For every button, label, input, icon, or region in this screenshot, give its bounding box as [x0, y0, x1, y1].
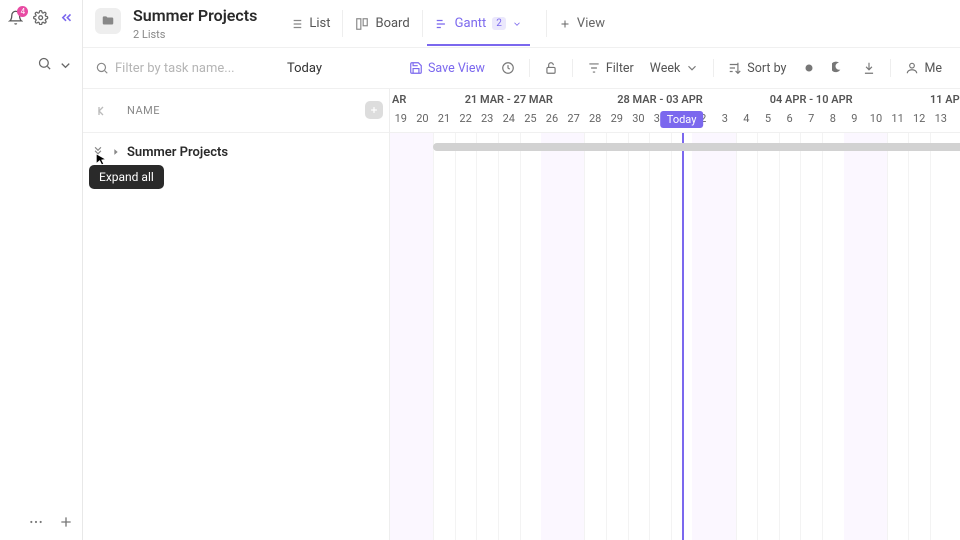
- timeline-day-label: 23: [476, 112, 498, 125]
- view-list[interactable]: List: [277, 10, 342, 37]
- timeline-day-label: 28: [584, 112, 606, 125]
- zoom-label: Week: [650, 61, 681, 76]
- tooltip: Expand all: [89, 165, 164, 189]
- save-view-button[interactable]: Save View: [403, 57, 491, 80]
- timeline-day-label: 3: [714, 112, 736, 125]
- timeline-day-label: 6: [779, 112, 801, 125]
- add-icon[interactable]: [58, 514, 74, 530]
- timeline-day-label: 20: [412, 112, 434, 125]
- timeline-day-label: 22: [455, 112, 477, 125]
- more-icon[interactable]: [28, 514, 44, 530]
- rail-search-icon[interactable]: [37, 56, 52, 71]
- timeline-day-label: 4: [736, 112, 758, 125]
- page-header: Summer Projects 2 Lists List Board Gantt…: [83, 0, 960, 41]
- sortby-button[interactable]: Sort by: [722, 57, 792, 80]
- timeline-day-label: 30: [628, 112, 650, 125]
- history-button[interactable]: [495, 57, 521, 79]
- save-view-label: Save View: [428, 61, 485, 76]
- task-tree: NAME Summer Projects Expand all: [83, 89, 390, 540]
- today-marker: Today: [682, 133, 684, 540]
- download-button[interactable]: [856, 57, 882, 79]
- view-gantt-count: 2: [492, 17, 506, 30]
- timeline-day-label: 24: [498, 112, 520, 125]
- gantt-bar[interactable]: [433, 143, 960, 151]
- add-view-label: View: [577, 16, 605, 31]
- timeline-day-label: 8: [822, 112, 844, 125]
- folder-icon[interactable]: [95, 8, 121, 34]
- zoom-select[interactable]: Week: [644, 57, 706, 80]
- page-title: Summer Projects: [133, 6, 257, 26]
- collapse-sidebar-icon[interactable]: [59, 10, 74, 28]
- view-list-label: List: [309, 16, 330, 31]
- timeline-day-label: 27: [563, 112, 585, 125]
- task-filter-input[interactable]: [115, 61, 265, 76]
- today-button[interactable]: Today: [279, 57, 330, 80]
- search-icon: [95, 61, 109, 75]
- lock-button[interactable]: [538, 57, 564, 79]
- today-chip: Today: [660, 111, 704, 128]
- chevron-down-icon: [512, 19, 522, 29]
- view-gantt-label: Gantt: [455, 16, 487, 31]
- notifications-badge: 4: [17, 6, 28, 17]
- add-column-button[interactable]: [365, 101, 383, 119]
- name-column-header: NAME: [127, 104, 160, 117]
- filter-label: Filter: [606, 61, 634, 76]
- timeline-day-label: 5: [757, 112, 779, 125]
- rail-search-chevron-icon[interactable]: [58, 58, 70, 70]
- timeline-day-label: 13: [930, 112, 952, 125]
- timeline-week-label: 04 APR - 10 APR: [770, 93, 853, 106]
- timeline-day-label: 29: [606, 112, 628, 125]
- tree-row[interactable]: Summer Projects: [83, 139, 389, 165]
- timeline-week-label: 11 APR: [930, 93, 960, 106]
- timeline-week-label: AR: [392, 93, 406, 106]
- sortby-label: Sort by: [747, 61, 786, 76]
- view-board[interactable]: Board: [342, 10, 421, 37]
- timeline-day-label: 10: [865, 112, 887, 125]
- tree-row-label: Summer Projects: [127, 145, 228, 160]
- notifications-icon[interactable]: 4: [8, 10, 23, 28]
- view-gantt[interactable]: Gantt 2: [422, 10, 534, 37]
- gantt-chart[interactable]: AR 21 MAR - 27 MAR 28 MAR - 03 APR 04 APR -…: [390, 89, 960, 540]
- view-board-label: Board: [375, 16, 409, 31]
- expand-all-icon[interactable]: [91, 145, 105, 159]
- filter-button[interactable]: Filter: [581, 57, 640, 80]
- timeline-day-label: 7: [800, 112, 822, 125]
- timeline-day-label: 11: [887, 112, 909, 125]
- theme-button[interactable]: [826, 57, 852, 79]
- left-rail: 4: [0, 0, 83, 540]
- chevron-down-icon: [685, 61, 699, 75]
- toolbar: Today Save View Filter Week: [83, 47, 960, 89]
- timeline-day-label: 25: [520, 112, 542, 125]
- page-subtitle: 2 Lists: [133, 28, 257, 41]
- settings-icon[interactable]: [33, 10, 48, 28]
- collapse-tree-icon[interactable]: [93, 103, 109, 119]
- me-label: Me: [924, 61, 942, 76]
- palette-button[interactable]: [796, 57, 822, 79]
- timeline-day-label: 21: [433, 112, 455, 125]
- timeline-day-label: 9: [844, 112, 866, 125]
- timeline-week-label: 28 MAR - 03 APR: [617, 93, 703, 106]
- timeline-day-label: 26: [541, 112, 563, 125]
- timeline-day-label: 12: [908, 112, 930, 125]
- caret-right-icon[interactable]: [111, 147, 121, 157]
- add-view-button[interactable]: View: [546, 10, 617, 37]
- timeline-day-label: 19: [390, 112, 412, 125]
- me-button[interactable]: Me: [899, 57, 948, 80]
- timeline-week-label: 21 MAR - 27 MAR: [465, 93, 553, 106]
